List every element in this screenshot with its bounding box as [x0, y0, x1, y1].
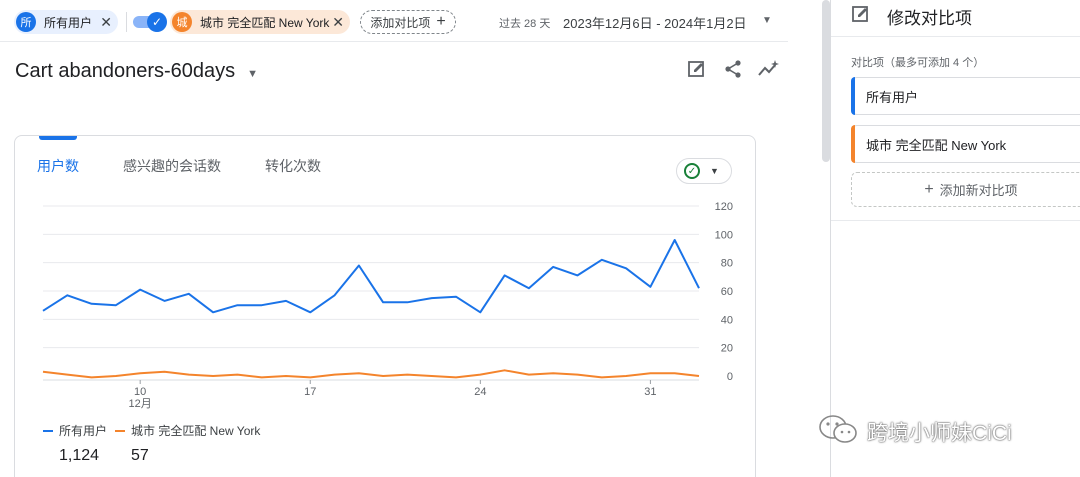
divider — [126, 12, 127, 32]
comparison-item-label: 城市 完全匹配 New York — [866, 137, 1007, 153]
y-tick-label: 80 — [721, 258, 733, 270]
close-icon[interactable]: ✕ — [100, 14, 112, 31]
add-comparison-button[interactable]: 添加对比项 + — [360, 10, 456, 34]
x-tick-label: 31 — [644, 386, 656, 398]
panel-subtitle: 对比项（最多可添加 4 个） — [851, 57, 985, 69]
page-title: Cart abandoners-60days — [15, 60, 236, 82]
panel-header: 修改对比项 — [851, 4, 972, 29]
tab-conversions[interactable]: 转化次数 — [265, 156, 321, 176]
comparison-badge: 所 — [16, 12, 36, 32]
divider — [831, 36, 1080, 37]
legend-label: 城市 完全匹配 New York — [131, 424, 261, 438]
comparison-badge: 城 — [172, 12, 192, 32]
comparison-toggle[interactable]: ✓ — [133, 12, 167, 32]
legend-total: 1,124 — [59, 447, 100, 464]
scrollbar-thumb[interactable] — [822, 0, 830, 162]
legend-item-new-york: 城市 完全匹配 New York 57 — [115, 422, 260, 465]
line-chart: 120 100 80 60 40 20 0 10 17 24 31 12月 — [42, 201, 733, 410]
y-tick-label: 120 — [715, 201, 733, 213]
x-tick-label: 17 — [304, 386, 316, 398]
tab-engaged-sessions[interactable]: 感兴趣的会话数 — [123, 156, 221, 176]
y-tick-label: 20 — [721, 343, 733, 355]
legend-swatch — [115, 429, 125, 432]
comparison-chip-new-york[interactable]: 城 城市 完全匹配 New York ✕ — [170, 10, 350, 34]
date-range-picker[interactable]: 2023年12月6日 - 2024年1月2日 — [563, 13, 747, 32]
legend-label: 所有用户 — [59, 424, 108, 438]
comparison-color-bar — [851, 77, 855, 115]
comparison-toolbar: 所 所有用户 ✕ ✓ 城 城市 完全匹配 New York ✕ 添加对比项 + … — [0, 0, 788, 42]
close-icon[interactable]: ✕ — [332, 14, 344, 31]
comparison-item-label: 所有用户 — [866, 89, 919, 105]
date-range-prefix: 过去 28 天 — [499, 18, 551, 30]
legend-total: 57 — [131, 447, 149, 464]
y-tick-label: 40 — [721, 314, 733, 326]
x-month-label: 12月 — [129, 398, 152, 410]
edit-report-icon[interactable] — [686, 58, 708, 80]
report-title-selector[interactable]: Cart abandoners-60days ▼ — [15, 60, 258, 83]
wechat-icon — [817, 413, 859, 451]
add-new-comparison-label: 添加新对比项 — [939, 183, 1018, 198]
y-tick-label: 100 — [715, 229, 733, 241]
x-tick-label: 10 — [134, 386, 146, 398]
report-card: 用户数 感兴趣的会话数 转化次数 ✓ ▼ 120 100 80 60 40 20 0 10 17… — [14, 135, 756, 477]
add-comparison-label: 添加对比项 — [370, 15, 431, 30]
divider — [831, 220, 1080, 221]
share-icon[interactable] — [722, 58, 744, 80]
edit-comparisons-panel: 修改对比项 对比项（最多可添加 4 个） 所有用户 城市 完全匹配 New Yo… — [830, 0, 1080, 477]
tab-users[interactable]: 用户数 — [37, 156, 79, 176]
comparison-chip-label: 城市 完全匹配 New York — [200, 15, 330, 30]
comparison-chip-label: 所有用户 — [44, 15, 93, 30]
legend-swatch — [43, 429, 53, 432]
active-tab-indicator — [39, 136, 77, 140]
insights-icon[interactable] — [758, 58, 780, 80]
edit-comparison-icon — [851, 4, 871, 29]
watermark-text: 跨境小师妹CiCi — [867, 422, 1012, 445]
chevron-down-icon: ▼ — [247, 67, 259, 80]
chevron-down-icon: ▼ — [710, 166, 719, 176]
chevron-down-icon[interactable]: ▼ — [762, 15, 772, 26]
panel-title: 修改对比项 — [887, 9, 972, 28]
comparison-item-all-users[interactable]: 所有用户 — [851, 77, 1080, 115]
metric-tabs: 用户数 感兴趣的会话数 转化次数 — [37, 156, 321, 176]
plus-icon: + — [436, 13, 446, 30]
insight-status-dropdown[interactable]: ✓ ▼ — [676, 158, 732, 184]
check-circle-icon: ✓ — [684, 163, 700, 179]
comparison-item-new-york[interactable]: 城市 完全匹配 New York — [851, 125, 1080, 163]
x-tick-label: 24 — [474, 386, 486, 398]
plus-icon: + — [924, 180, 934, 198]
legend-item-all-users: 所有用户 1,124 — [43, 422, 107, 465]
y-tick-label: 60 — [721, 286, 733, 298]
comparison-chip-all-users[interactable]: 所 所有用户 ✕ — [14, 10, 118, 34]
comparison-color-bar — [851, 125, 855, 163]
watermark: 跨境小师妹CiCi — [817, 413, 1012, 451]
report-actions — [686, 58, 780, 80]
check-icon: ✓ — [147, 12, 167, 32]
add-new-comparison-button[interactable]: + 添加新对比项 — [851, 172, 1080, 207]
series-line-new-york — [42, 369, 700, 379]
y-tick-label: 0 — [727, 371, 733, 383]
series-line-all-users — [42, 239, 700, 314]
